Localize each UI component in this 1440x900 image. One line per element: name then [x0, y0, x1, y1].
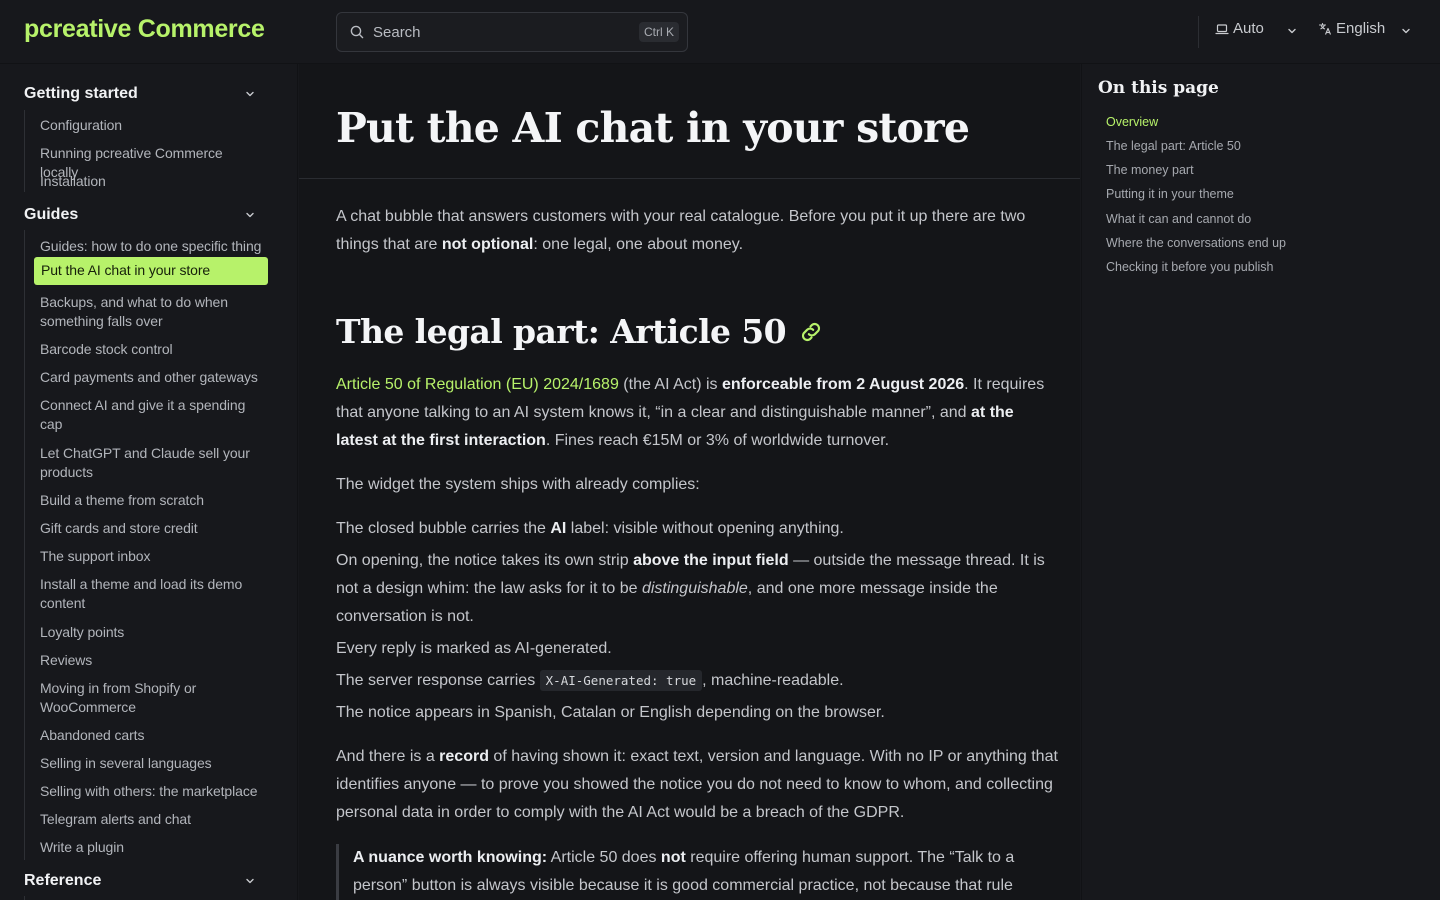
sidebar-group-getting-started[interactable]: Getting started: [24, 82, 264, 106]
sidebar-rail: [24, 110, 25, 192]
list-item: Every reply is marked as AI-generated.: [336, 640, 612, 657]
sidebar-item-languages[interactable]: Selling in several languages: [34, 750, 268, 777]
language-select[interactable]: English: [1318, 20, 1416, 37]
nuance-note: A nuance worth knowing: Article 50 does …: [336, 844, 1058, 900]
chevron-down-icon: [246, 91, 254, 97]
sidebar-group-guides[interactable]: Guides: [24, 203, 264, 227]
search-shortcut: Ctrl K: [639, 22, 679, 42]
sidebar-item-configuration[interactable]: Configuration: [34, 112, 268, 139]
table-of-contents: On this page Overview The legal part: Ar…: [1081, 64, 1440, 900]
sidebar-item-marketplace[interactable]: Selling with others: the marketplace: [34, 778, 268, 805]
sidebar-item-backups[interactable]: Backups, and what to do when something f…: [34, 289, 268, 335]
toc-item-conversations[interactable]: Where the conversations end up: [1106, 236, 1286, 250]
intro-paragraph: A chat bubble that answers customers wit…: [336, 208, 1026, 253]
title-divider: [299, 178, 1080, 179]
chevron-down-icon: [246, 212, 254, 218]
regulation-link[interactable]: Article 50 of Regulation (EU) 2024/1689: [336, 376, 619, 393]
toc-item-checking[interactable]: Checking it before you publish: [1106, 260, 1273, 274]
article-50-paragraph: Article 50 of Regulation (EU) 2024/1689 …: [336, 376, 1045, 449]
sidebar-item-install-theme[interactable]: Install a theme and load its demo conten…: [34, 571, 268, 617]
sidebar-item-abandoned-carts[interactable]: Abandoned carts: [34, 722, 268, 749]
sidebar-item-ai-chat[interactable]: Put the AI chat in your store: [34, 257, 268, 285]
header-divider: [1198, 16, 1199, 48]
sidebar-item-telegram[interactable]: Telegram alerts and chat: [34, 806, 268, 833]
compliance-intro: The widget the system ships with already…: [336, 476, 700, 493]
toc-item-theme[interactable]: Putting it in your theme: [1106, 187, 1234, 201]
toc-item-overview[interactable]: Overview: [1106, 115, 1158, 129]
list-item: The server response carries X-AI-Generat…: [336, 670, 844, 691]
list-item: The notice appears in Spanish, Catalan o…: [336, 704, 885, 721]
top-header: pcreative Commerce Search Ctrl K Auto En…: [0, 0, 1440, 64]
link-icon[interactable]: [798, 319, 824, 345]
sidebar-item-installation[interactable]: Installation: [34, 168, 268, 195]
list-item: The closed bubble carries the AI label: …: [336, 520, 844, 537]
header-code: X-AI-Generated: true: [539, 670, 703, 691]
sidebar-item-card-payments[interactable]: Card payments and other gateways: [34, 364, 268, 391]
sidebar-item-chatgpt-claude[interactable]: Let ChatGPT and Claude sell your product…: [34, 440, 268, 486]
sidebar-item-gift-cards[interactable]: Gift cards and store credit: [34, 515, 268, 542]
translate-icon: [1318, 22, 1332, 35]
toc-item-legal-part[interactable]: The legal part: Article 50: [1106, 139, 1241, 153]
page-title: Put the AI chat in your store: [336, 104, 970, 152]
search-box[interactable]: Search Ctrl K: [336, 12, 688, 52]
section-heading: The legal part: Article 50: [336, 312, 824, 351]
sidebar-item-moving-in[interactable]: Moving in from Shopify or WooCommerce: [34, 675, 268, 721]
sidebar-group-label: Guides: [24, 206, 79, 223]
chevron-down-icon: [246, 878, 254, 884]
language-label: English: [1336, 20, 1386, 37]
brand-logo[interactable]: pcreative Commerce: [24, 15, 265, 44]
laptop-icon: [1215, 23, 1229, 34]
sidebar-item-write-plugin[interactable]: Write a plugin: [34, 834, 268, 861]
sidebar-item-barcode[interactable]: Barcode stock control: [34, 336, 268, 363]
sidebar-group-reference[interactable]: Reference: [24, 869, 264, 893]
toc-item-money-part[interactable]: The money part: [1106, 163, 1194, 177]
chevron-down-icon: [1402, 28, 1410, 34]
sidebar-group-label: Getting started: [24, 85, 138, 102]
list-item: On opening, the notice takes its own str…: [336, 552, 1045, 625]
sidebar-item-connect-ai[interactable]: Connect AI and give it a spending cap: [34, 392, 268, 438]
toc-item-can-cannot[interactable]: What it can and cannot do: [1106, 212, 1251, 226]
sidebar-group-label: Reference: [24, 872, 102, 889]
chevron-down-icon: [1288, 28, 1296, 34]
theme-label: Auto: [1233, 20, 1264, 37]
theme-select[interactable]: Auto: [1215, 20, 1301, 37]
search-icon: [350, 25, 364, 39]
sidebar-rail: [24, 230, 25, 860]
record-paragraph: And there is a record of having shown it…: [336, 748, 1058, 821]
main-content: Put the AI chat in your store A chat bub…: [299, 64, 1080, 900]
search-placeholder: Search: [373, 23, 421, 41]
sidebar-item-support-inbox[interactable]: The support inbox: [34, 543, 268, 570]
toc-title: On this page: [1098, 78, 1219, 98]
sidebar-nav: Getting started Configuration Running pc…: [0, 64, 298, 900]
sidebar-item-build-theme[interactable]: Build a theme from scratch: [34, 487, 268, 514]
sidebar-item-loyalty-points[interactable]: Loyalty points: [34, 619, 268, 646]
sidebar-item-reviews[interactable]: Reviews: [34, 647, 268, 674]
sidebar-item-guides-intro[interactable]: Guides: how to do one specific thing: [34, 233, 268, 260]
sidebar-rail: [24, 896, 25, 900]
